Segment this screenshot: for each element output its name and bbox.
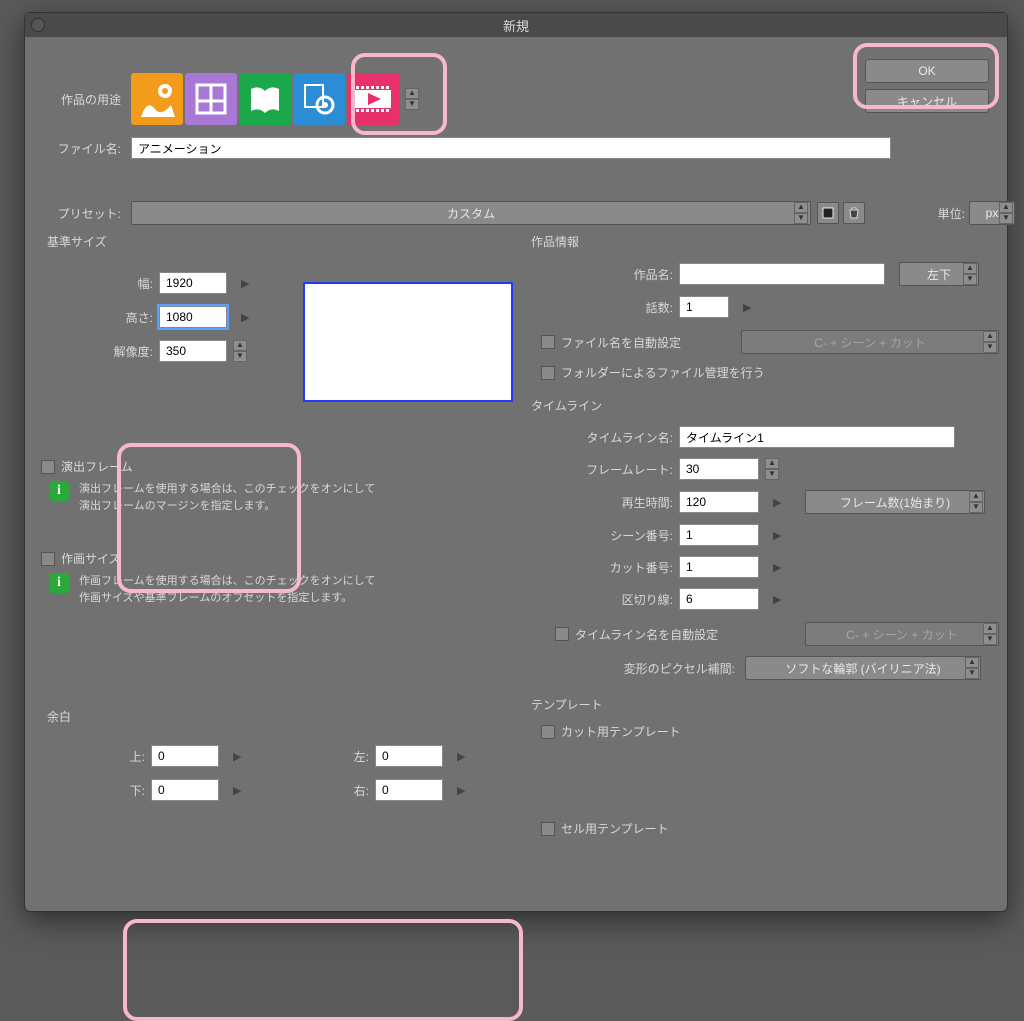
unit-dropdown[interactable]: px ▲▼: [969, 201, 1015, 225]
cut-template-checkbox[interactable]: [541, 725, 555, 739]
preset-register-button[interactable]: [817, 202, 839, 224]
info-icon: i: [49, 481, 69, 501]
episode-input[interactable]: [679, 296, 729, 318]
width-arrow[interactable]: ▶: [241, 277, 255, 290]
cut-label: カット番号:: [525, 559, 673, 576]
purpose-settings-icon[interactable]: [293, 73, 345, 125]
scene-input[interactable]: [679, 524, 759, 546]
direction-frame-hint: 演出フレームを使用する場合は、このチェックをオンにして 演出フレームのマージンを…: [79, 481, 375, 514]
scene-arrow[interactable]: ▶: [773, 529, 787, 542]
titlebar[interactable]: 新規: [25, 13, 1007, 37]
playtime-arrow[interactable]: ▶: [773, 496, 787, 509]
margin-top-label: 上:: [101, 748, 145, 765]
preset-label: プリセット:: [49, 205, 121, 222]
new-dialog: 新規 OK キャンセル 作品の用途 ▲▼: [24, 12, 1008, 912]
preset-value: カスタム: [447, 205, 495, 222]
playtime-input[interactable]: [679, 491, 759, 513]
auto-tlname-checkbox[interactable]: [555, 627, 569, 641]
margin-top-input[interactable]: [151, 745, 219, 767]
info-icon: i: [49, 573, 69, 593]
draw-size-title: 作画サイズ: [61, 550, 121, 567]
cut-template-label: カット用テンプレート: [561, 723, 681, 740]
height-arrow[interactable]: ▶: [241, 311, 255, 324]
auto-filename-checkbox[interactable]: [541, 335, 555, 349]
sep-input[interactable]: [679, 588, 759, 610]
margin-bottom-label: 下:: [101, 782, 145, 799]
direction-frame-checkbox[interactable]: [41, 460, 55, 474]
preset-delete-button[interactable]: [843, 202, 865, 224]
dpi-label: 解像度:: [41, 343, 153, 360]
dialog-title: 新規: [503, 16, 529, 35]
purpose-illustration-icon[interactable]: [131, 73, 183, 125]
episode-label: 話数:: [525, 299, 673, 316]
interp-label: 変形のピクセル補間:: [525, 660, 735, 677]
cell-template-checkbox[interactable]: [541, 822, 555, 836]
fps-spinner[interactable]: ▲▼: [765, 458, 779, 480]
purpose-comic-icon[interactable]: [185, 73, 237, 125]
workname-label: 作品名:: [525, 266, 673, 283]
tlname-label: タイムライン名:: [525, 429, 673, 446]
close-button[interactable]: [31, 18, 45, 32]
cut-input[interactable]: [679, 556, 759, 578]
folder-manage-checkbox[interactable]: [541, 366, 555, 380]
sep-arrow[interactable]: ▶: [773, 593, 787, 606]
fps-label: フレームレート:: [525, 461, 673, 478]
canvas-preview: [303, 282, 513, 402]
margin-top-arrow[interactable]: ▶: [233, 750, 247, 763]
purpose-animation-icon[interactable]: [347, 73, 399, 125]
unit-value: px: [986, 206, 999, 220]
margin-right-arrow[interactable]: ▶: [457, 784, 471, 797]
width-input[interactable]: [159, 272, 227, 294]
auto-filename-label: ファイル名を自動設定: [561, 334, 681, 351]
timeline-title: タイムライン: [525, 395, 1005, 416]
cancel-button[interactable]: キャンセル: [865, 89, 989, 113]
dpi-input[interactable]: [159, 340, 227, 362]
fps-input[interactable]: [679, 458, 759, 480]
purpose-label: 作品の用途: [49, 91, 121, 108]
workname-input[interactable]: [679, 263, 885, 285]
dpi-spinner[interactable]: ▲▼: [233, 340, 247, 362]
workname-pos-dropdown[interactable]: 左下 ▲▼: [899, 262, 979, 286]
auto-tlname-pattern: C- + シーン + カット ▲▼: [805, 622, 999, 646]
height-input[interactable]: [159, 306, 227, 328]
margin-right-input[interactable]: [375, 779, 443, 801]
folder-manage-label: フォルダーによるファイル管理を行う: [561, 364, 765, 381]
playtime-label: 再生時間:: [525, 494, 673, 511]
interp-dropdown[interactable]: ソフトな輪郭 (バイリニア法) ▲▼: [745, 656, 981, 680]
framecount-dropdown[interactable]: フレーム数(1始まり) ▲▼: [805, 490, 985, 514]
preset-dropdown[interactable]: カスタム ▲▼: [131, 201, 811, 225]
ok-button[interactable]: OK: [865, 59, 989, 83]
auto-filename-pattern: C- + シーン + カット ▲▼: [741, 330, 999, 354]
purpose-spinner[interactable]: ▲▼: [405, 88, 419, 110]
scene-label: シーン番号:: [525, 527, 673, 544]
margin-bottom-arrow[interactable]: ▶: [233, 784, 247, 797]
margin-title: 余白: [41, 706, 525, 727]
auto-tlname-label: タイムライン名を自動設定: [575, 626, 718, 643]
draw-size-checkbox[interactable]: [41, 552, 55, 566]
margin-left-arrow[interactable]: ▶: [457, 750, 471, 763]
draw-size-hint: 作画フレームを使用する場合は、このチェックをオンにして 作画サイズや基準フレーム…: [79, 573, 375, 606]
sep-label: 区切り線:: [525, 591, 673, 608]
margin-left-input[interactable]: [375, 745, 443, 767]
workinfo-title: 作品情報: [525, 231, 1005, 252]
episode-arrow[interactable]: ▶: [743, 301, 757, 314]
height-label: 高さ:: [41, 309, 153, 326]
width-label: 幅:: [41, 275, 153, 292]
margin-bottom-input[interactable]: [151, 779, 219, 801]
highlight-margin: [123, 919, 523, 1021]
size-section-title: 基準サイズ: [41, 231, 525, 252]
unit-label: 単位:: [913, 205, 965, 222]
cell-template-label: セル用テンプレート: [561, 820, 669, 837]
margin-left-label: 左:: [325, 748, 369, 765]
margin-right-label: 右:: [325, 782, 369, 799]
filename-input[interactable]: [131, 137, 891, 159]
cut-arrow[interactable]: ▶: [773, 561, 787, 574]
direction-frame-title: 演出フレーム: [61, 458, 133, 475]
filename-label: ファイル名:: [49, 140, 121, 157]
template-title: テンプレート: [525, 694, 1005, 715]
purpose-book-icon[interactable]: [239, 73, 291, 125]
tlname-input[interactable]: [679, 426, 955, 448]
